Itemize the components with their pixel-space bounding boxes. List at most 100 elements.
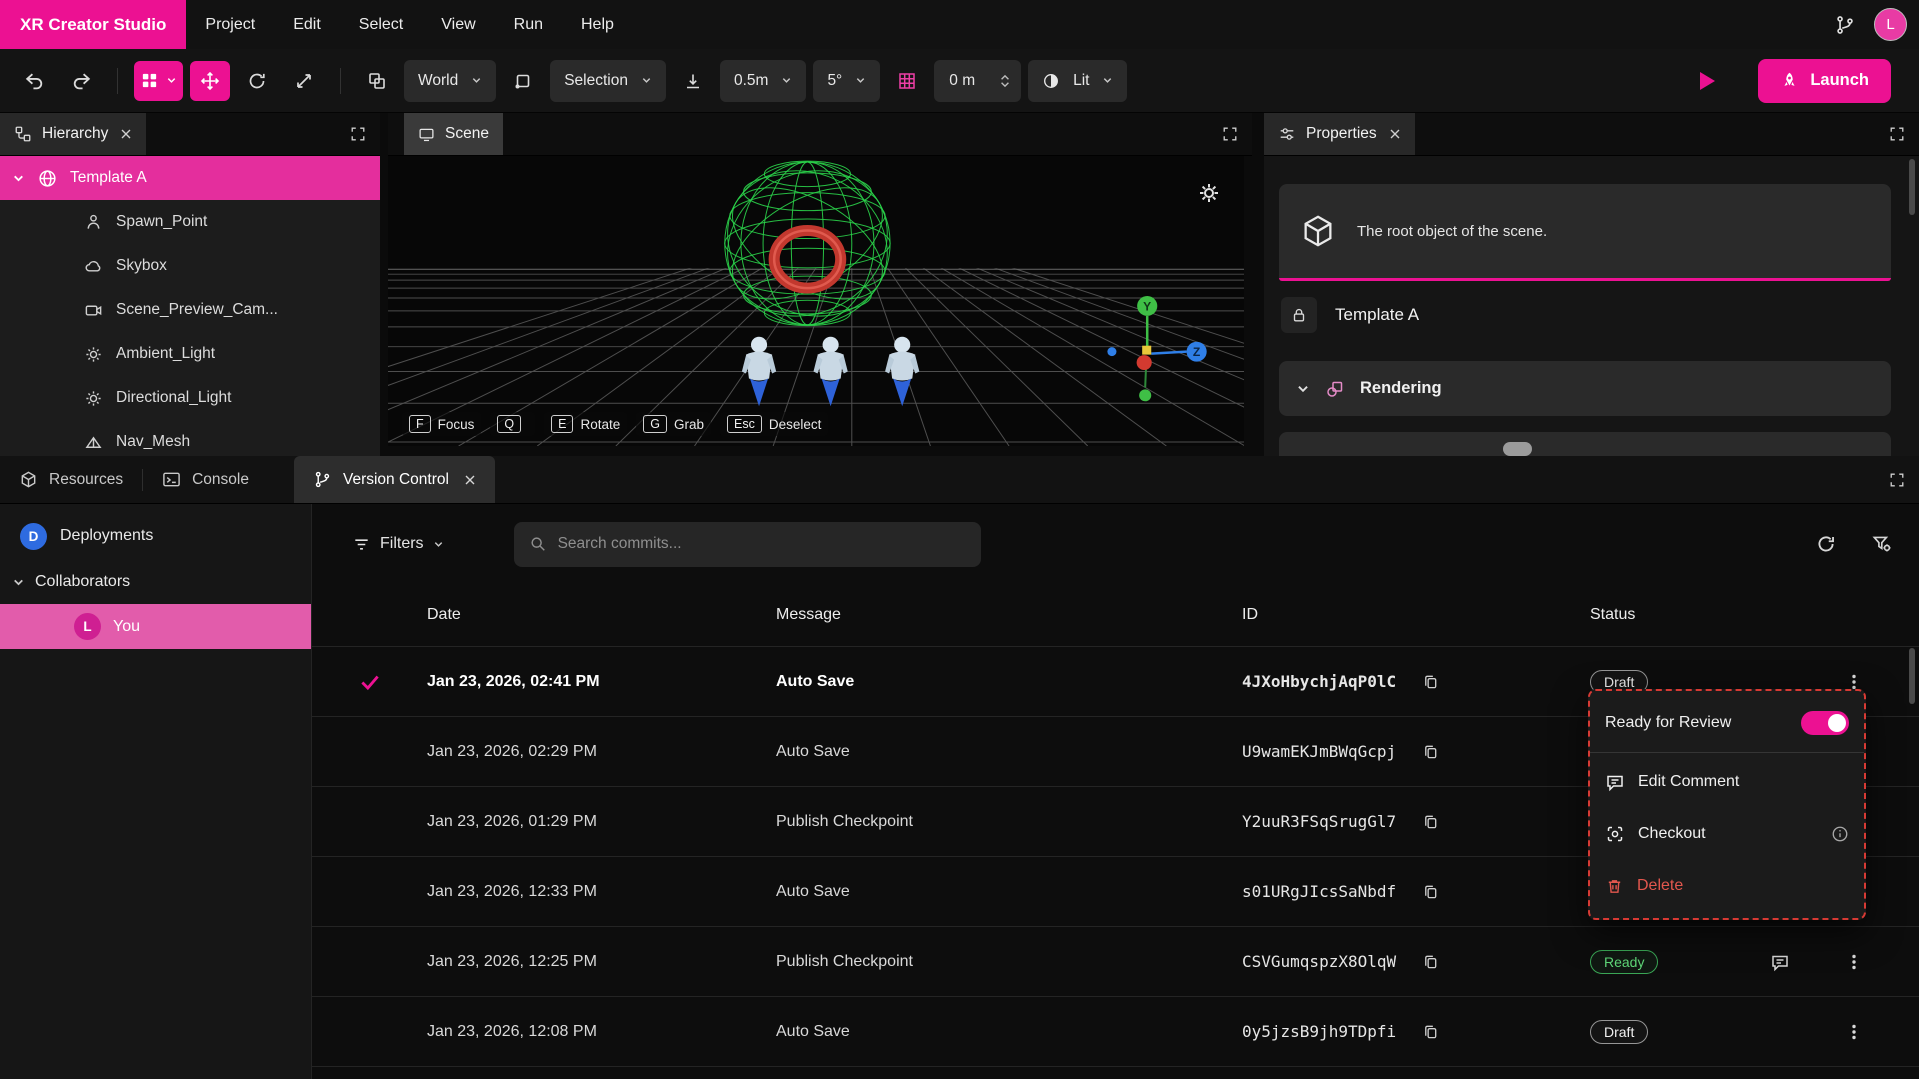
ready-for-review-label: Ready for Review bbox=[1605, 714, 1731, 732]
kebab-menu-icon[interactable] bbox=[1845, 1023, 1863, 1041]
next-section-partial bbox=[1279, 432, 1891, 456]
viewport-settings-gear-icon[interactable] bbox=[1198, 182, 1220, 204]
refresh-icon[interactable] bbox=[1815, 533, 1837, 555]
tree-item-ambient-light[interactable]: Ambient_Light bbox=[0, 332, 380, 376]
copy-icon[interactable] bbox=[1422, 743, 1439, 760]
elevation-stepper[interactable]: 0 m bbox=[934, 60, 1021, 102]
ready-for-review-toggle[interactable] bbox=[1801, 711, 1849, 735]
cube-icon bbox=[1299, 212, 1337, 250]
user-avatar[interactable]: L bbox=[1874, 8, 1907, 41]
tree-item-directional-light[interactable]: Directional_Light bbox=[0, 376, 380, 420]
transform-space-button[interactable] bbox=[357, 61, 397, 101]
checkout-frame-icon bbox=[1605, 824, 1625, 844]
cell-date: Jan 23, 2026, 02:41 PM bbox=[427, 673, 776, 691]
lock-icon[interactable] bbox=[1281, 297, 1317, 333]
object-name-row[interactable]: Template A bbox=[1281, 297, 1419, 333]
viewport-render: Y Z bbox=[388, 156, 1244, 446]
launch-button[interactable]: Launch bbox=[1758, 59, 1891, 103]
menu-project[interactable]: Project bbox=[186, 0, 274, 49]
tree-item-scene-preview-cam[interactable]: Scene_Preview_Cam... bbox=[0, 288, 380, 332]
checkout-item[interactable]: Checkout bbox=[1590, 808, 1864, 860]
close-icon[interactable] bbox=[1389, 128, 1401, 140]
menu-select[interactable]: Select bbox=[340, 0, 422, 49]
tree-item-nav-mesh[interactable]: Nav_Mesh bbox=[0, 420, 380, 456]
undo-button[interactable] bbox=[14, 61, 54, 101]
move-tool-button[interactable] bbox=[190, 61, 230, 101]
close-icon[interactable] bbox=[464, 474, 476, 486]
copy-icon[interactable] bbox=[1422, 883, 1439, 900]
menu-edit[interactable]: Edit bbox=[274, 0, 340, 49]
kebab-menu-icon[interactable] bbox=[1845, 673, 1863, 691]
tab-resources[interactable]: Resources bbox=[0, 456, 142, 503]
cell-message: Auto Save bbox=[776, 1023, 1242, 1041]
tab-scene[interactable]: Scene bbox=[404, 113, 503, 155]
menu-run[interactable]: Run bbox=[495, 0, 562, 49]
cell-id-value: 0y5jzsB9jh9TDpfi bbox=[1242, 1022, 1396, 1041]
expand-icon[interactable] bbox=[1889, 472, 1905, 488]
play-button[interactable] bbox=[1685, 60, 1729, 102]
collaborators-label: Collaborators bbox=[35, 573, 130, 591]
edit-comment-item[interactable]: Edit Comment bbox=[1590, 756, 1864, 808]
launch-label: Launch bbox=[1810, 71, 1869, 90]
tree-item-spawn-point[interactable]: Spawn_Point bbox=[0, 200, 380, 244]
table-row-partial bbox=[312, 1066, 1919, 1079]
shading-mode-dropdown[interactable]: Lit bbox=[1028, 60, 1127, 102]
expand-icon[interactable] bbox=[1889, 126, 1905, 142]
filters-button[interactable]: Filters bbox=[352, 535, 444, 554]
play-icon bbox=[1697, 70, 1717, 92]
expand-icon[interactable] bbox=[1222, 126, 1238, 142]
copy-icon[interactable] bbox=[1422, 953, 1439, 970]
header-message: Message bbox=[776, 606, 1242, 624]
sidebar-item-you[interactable]: L You bbox=[0, 604, 311, 649]
search-commits-box[interactable] bbox=[514, 522, 981, 567]
svg-text:Y: Y bbox=[1143, 300, 1151, 314]
grid-toggle-button[interactable] bbox=[887, 61, 927, 101]
copy-icon[interactable] bbox=[1422, 1023, 1439, 1040]
info-icon[interactable] bbox=[1831, 825, 1849, 843]
menu-help[interactable]: Help bbox=[562, 0, 633, 49]
copy-icon[interactable] bbox=[1422, 673, 1439, 690]
chevron-down-icon[interactable] bbox=[12, 172, 25, 185]
redo-button[interactable] bbox=[61, 61, 101, 101]
copy-icon[interactable] bbox=[1422, 813, 1439, 830]
surface-snap-icon bbox=[513, 71, 533, 91]
tab-version-control-label: Version Control bbox=[343, 471, 449, 489]
close-icon[interactable] bbox=[120, 128, 132, 140]
rotate-tool-button[interactable] bbox=[237, 61, 277, 101]
tree-item-skybox[interactable]: Skybox bbox=[0, 244, 380, 288]
rotate-snap-dropdown[interactable]: 5° bbox=[813, 60, 880, 102]
ready-for-review-item[interactable]: Ready for Review bbox=[1590, 697, 1864, 749]
search-commits-input[interactable] bbox=[558, 535, 966, 553]
tab-console[interactable]: Console bbox=[143, 456, 268, 503]
sidebar-item-deployments[interactable]: D Deployments bbox=[0, 512, 311, 560]
surface-snap-button[interactable] bbox=[503, 61, 543, 101]
tree-item-root[interactable]: Template A bbox=[0, 156, 380, 200]
object-name-value[interactable]: Template A bbox=[1335, 305, 1419, 325]
stepper-arrows-icon[interactable] bbox=[999, 73, 1011, 89]
selection-mode-dropdown[interactable]: Selection bbox=[550, 60, 666, 102]
tab-properties[interactable]: Properties bbox=[1264, 113, 1415, 155]
menu-view[interactable]: View bbox=[422, 0, 494, 49]
delete-item[interactable]: Delete bbox=[1590, 860, 1864, 912]
expand-icon[interactable] bbox=[350, 126, 366, 142]
commits-scrollbar[interactable] bbox=[1909, 648, 1915, 704]
tab-hierarchy[interactable]: Hierarchy bbox=[0, 113, 146, 155]
bottom-tabbar: Resources Console Version Control bbox=[0, 456, 1919, 504]
tab-version-control[interactable]: Version Control bbox=[294, 456, 495, 503]
layout-grid-button[interactable] bbox=[134, 61, 183, 101]
drop-to-ground-button[interactable] bbox=[673, 61, 713, 101]
scale-tool-button[interactable] bbox=[284, 61, 324, 101]
world-space-dropdown[interactable]: World bbox=[404, 60, 496, 102]
filter-settings-icon[interactable] bbox=[1871, 533, 1893, 555]
table-row[interactable]: Jan 23, 2026, 12:08 PM Auto Save 0y5jzsB… bbox=[312, 996, 1919, 1066]
scene-viewport[interactable]: Y Z FFocus Q ERotate GGrab bbox=[388, 156, 1244, 446]
kebab-menu-icon[interactable] bbox=[1845, 953, 1863, 971]
table-row[interactable]: Jan 23, 2026, 12:25 PM Publish Checkpoin… bbox=[312, 926, 1919, 996]
layout-grid-icon bbox=[140, 71, 159, 90]
sidebar-item-collaborators[interactable]: Collaborators bbox=[0, 560, 311, 604]
move-snap-dropdown[interactable]: 0.5m bbox=[720, 60, 806, 102]
properties-scrollbar[interactable] bbox=[1909, 159, 1915, 215]
comment-icon[interactable] bbox=[1770, 952, 1790, 972]
rendering-section-header[interactable]: Rendering bbox=[1279, 361, 1891, 416]
git-branch-icon[interactable] bbox=[1834, 14, 1856, 36]
